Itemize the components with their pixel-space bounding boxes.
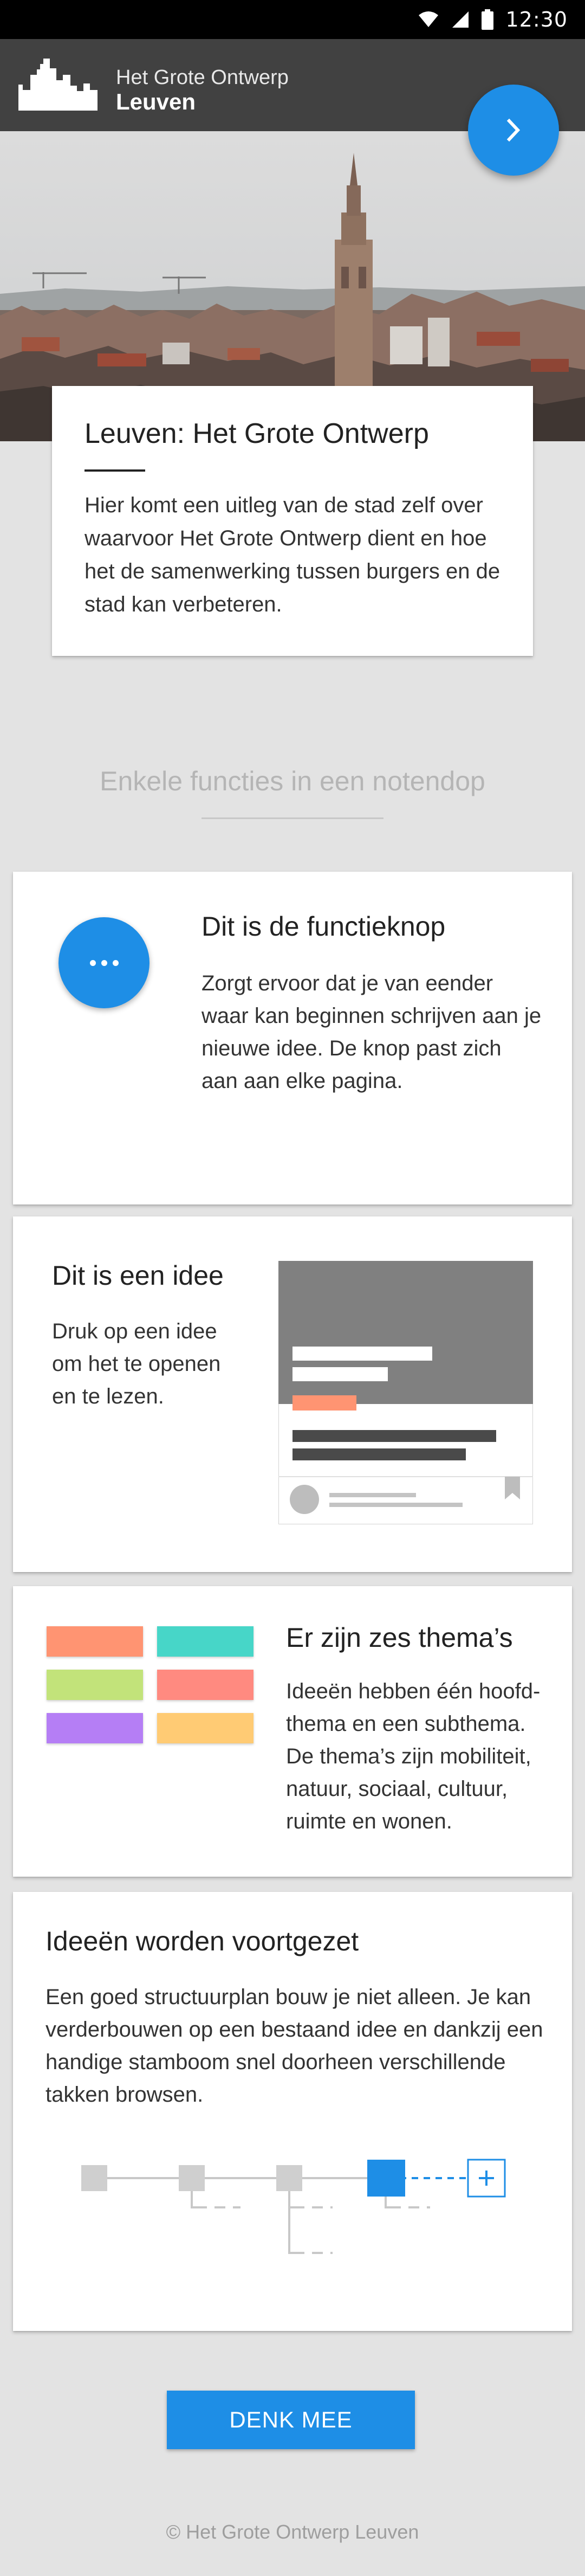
chevron-right-icon: [506, 118, 521, 142]
signal-icon: [452, 11, 469, 28]
feature-text: Druk op een idee om het te openen en te …: [52, 1319, 221, 1408]
feature-text: Ideeën hebben één hoofd-thema en een sub…: [286, 1679, 541, 1833]
idea-tree-illustration: [81, 2159, 506, 2255]
footer-copyright: © Het Grote Ontwerp Leuven: [166, 2521, 419, 2543]
theme-swatch: [157, 1670, 253, 1700]
theme-swatch: [47, 1713, 143, 1743]
theme-swatch: [157, 1713, 253, 1743]
feature-title: Er zijn zes thema’s: [286, 1622, 513, 1653]
denk-mee-button[interactable]: DENK MEE: [167, 2391, 415, 2449]
feature-title: Dit is de functieknop: [202, 911, 446, 942]
city-logo-icon: [18, 59, 98, 111]
section-title: Enkele functies in een notendop: [100, 766, 485, 796]
more-dots-icon: [58, 917, 150, 1008]
intro-text: Hier komt een uitleg van de stad zelf ov…: [84, 493, 500, 616]
app-title-line2: Leuven: [116, 89, 196, 114]
feature-title: Ideeën worden voortgezet: [46, 1926, 359, 1956]
theme-swatch: [47, 1670, 143, 1700]
battery-icon: [482, 9, 494, 30]
intro-title: Leuven: Het Grote Ontwerp: [84, 418, 429, 449]
status-bar: 12:30: [0, 0, 585, 39]
feature-card-continued-ideas: Ideeën worden voortgezet Een goed struct…: [13, 1892, 572, 2331]
intro-divider: [84, 469, 145, 472]
feature-card-themes: Er zijn zes thema’s Ideeën hebben één ho…: [13, 1586, 572, 1877]
next-fab-button[interactable]: [468, 85, 559, 176]
feature-title: Dit is een idee: [52, 1260, 224, 1291]
feature-text: Een goed structuurplan bouw je niet alle…: [46, 1985, 543, 2107]
feature-card-function-button: Dit is de functieknop Zorgt ervoor dat j…: [13, 872, 572, 1205]
app-title-line1: Het Grote Ontwerp: [116, 66, 289, 89]
feature-text: Zorgt ervoor dat je van eender waar kan …: [202, 971, 542, 1093]
theme-swatches: [47, 1626, 253, 1743]
feature-card-idea: Dit is een idee Druk op een idee om het …: [13, 1216, 572, 1572]
wifi-icon: [419, 11, 439, 27]
idea-card-illustration: [278, 1261, 533, 1524]
theme-swatch: [157, 1626, 253, 1657]
section-divider: [202, 817, 384, 819]
intro-card: Leuven: Het Grote Ontwerp Hier komt een …: [52, 386, 533, 656]
clock: 12:30: [505, 8, 568, 31]
theme-swatch: [47, 1626, 143, 1657]
